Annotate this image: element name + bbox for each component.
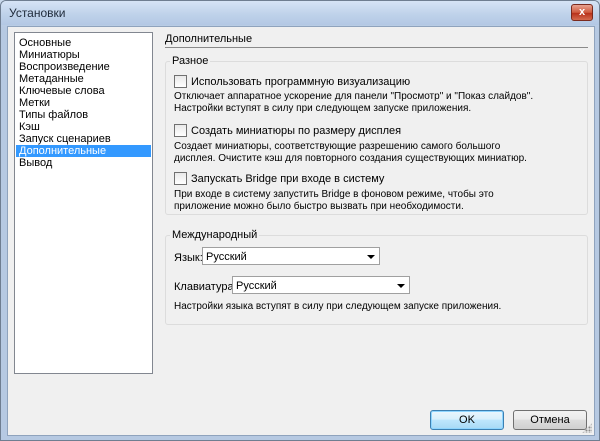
chevron-down-icon: [367, 255, 375, 259]
software-render-desc-1: Отключает аппаратное ускорение для панел…: [174, 91, 534, 102]
keyboard-select[interactable]: Русский: [232, 276, 410, 294]
sidebar-item[interactable]: Кэш: [16, 121, 151, 133]
launch-at-login-label[interactable]: Запускать Bridge при входе в систему: [191, 173, 384, 185]
display-thumbnails-label[interactable]: Создать миниатюры по размеру дисплея: [191, 125, 401, 137]
keyboard-select-value: Русский: [236, 280, 277, 292]
launch-at-login-desc-1: При входе в систему запустить Bridge в ф…: [174, 189, 494, 200]
sidebar-item[interactable]: Основные: [16, 37, 151, 49]
software-render-checkbox[interactable]: [174, 75, 187, 88]
dialog-body: Основные Миниатюры Воспроизведение Метаданн…: [7, 26, 595, 436]
title-divider: [165, 47, 588, 48]
cancel-button[interactable]: Отмена: [513, 410, 587, 430]
launch-at-login-desc-2: приложение можно было быстро вызвать при…: [174, 201, 464, 212]
sidebar-item[interactable]: Дополнительные: [16, 145, 151, 157]
display-thumbnails-checkbox[interactable]: [174, 124, 187, 137]
language-select-value: Русский: [206, 251, 247, 263]
ok-button[interactable]: OK: [430, 410, 504, 430]
software-render-option[interactable]: Использовать программную визуализацию: [174, 75, 410, 88]
international-group-label: Международный: [170, 229, 260, 241]
chevron-down-icon: [397, 284, 405, 288]
language-note: Настройки языка вступят в силу при следу…: [174, 301, 502, 312]
sidebar-item[interactable]: Метки: [16, 97, 151, 109]
keyboard-label: Клавиатура:: [174, 281, 237, 293]
launch-at-login-option[interactable]: Запускать Bridge при входе в систему: [174, 172, 384, 185]
sidebar-item[interactable]: Миниатюры: [16, 49, 151, 61]
preferences-window: Установки x Основные Миниатюры Воспроизвед…: [0, 0, 600, 441]
language-label: Язык:: [174, 252, 203, 264]
category-items: Основные Миниатюры Воспроизведение Метаданн…: [15, 33, 152, 169]
window-title: Установки: [9, 6, 66, 20]
sidebar-item[interactable]: Метаданные: [16, 73, 151, 85]
misc-group-label: Разное: [170, 55, 211, 67]
category-list[interactable]: Основные Миниатюры Воспроизведение Метаданн…: [14, 32, 153, 374]
sidebar-item[interactable]: Типы файлов: [16, 109, 151, 121]
display-thumbnails-option[interactable]: Создать миниатюры по размеру дисплея: [174, 124, 401, 137]
page-title: Дополнительные: [165, 33, 253, 45]
sidebar-item[interactable]: Воспроизведение: [16, 61, 151, 73]
sidebar-item[interactable]: Запуск сценариев: [16, 133, 151, 145]
software-render-label[interactable]: Использовать программную визуализацию: [191, 76, 410, 88]
sidebar-item[interactable]: Ключевые слова: [16, 85, 151, 97]
display-thumbnails-desc-2: дисплея. Очистите кэш для повторного соз…: [174, 153, 527, 164]
close-button[interactable]: x: [571, 4, 593, 21]
launch-at-login-checkbox[interactable]: [174, 172, 187, 185]
language-select[interactable]: Русский: [202, 247, 380, 265]
sidebar-item[interactable]: Вывод: [16, 157, 151, 169]
display-thumbnails-desc-1: Создает миниатюры, соответствующие разре…: [174, 141, 501, 152]
title-bar[interactable]: Установки x: [1, 1, 599, 25]
software-render-desc-2: Настройки вступят в силу при следующем з…: [174, 103, 472, 114]
